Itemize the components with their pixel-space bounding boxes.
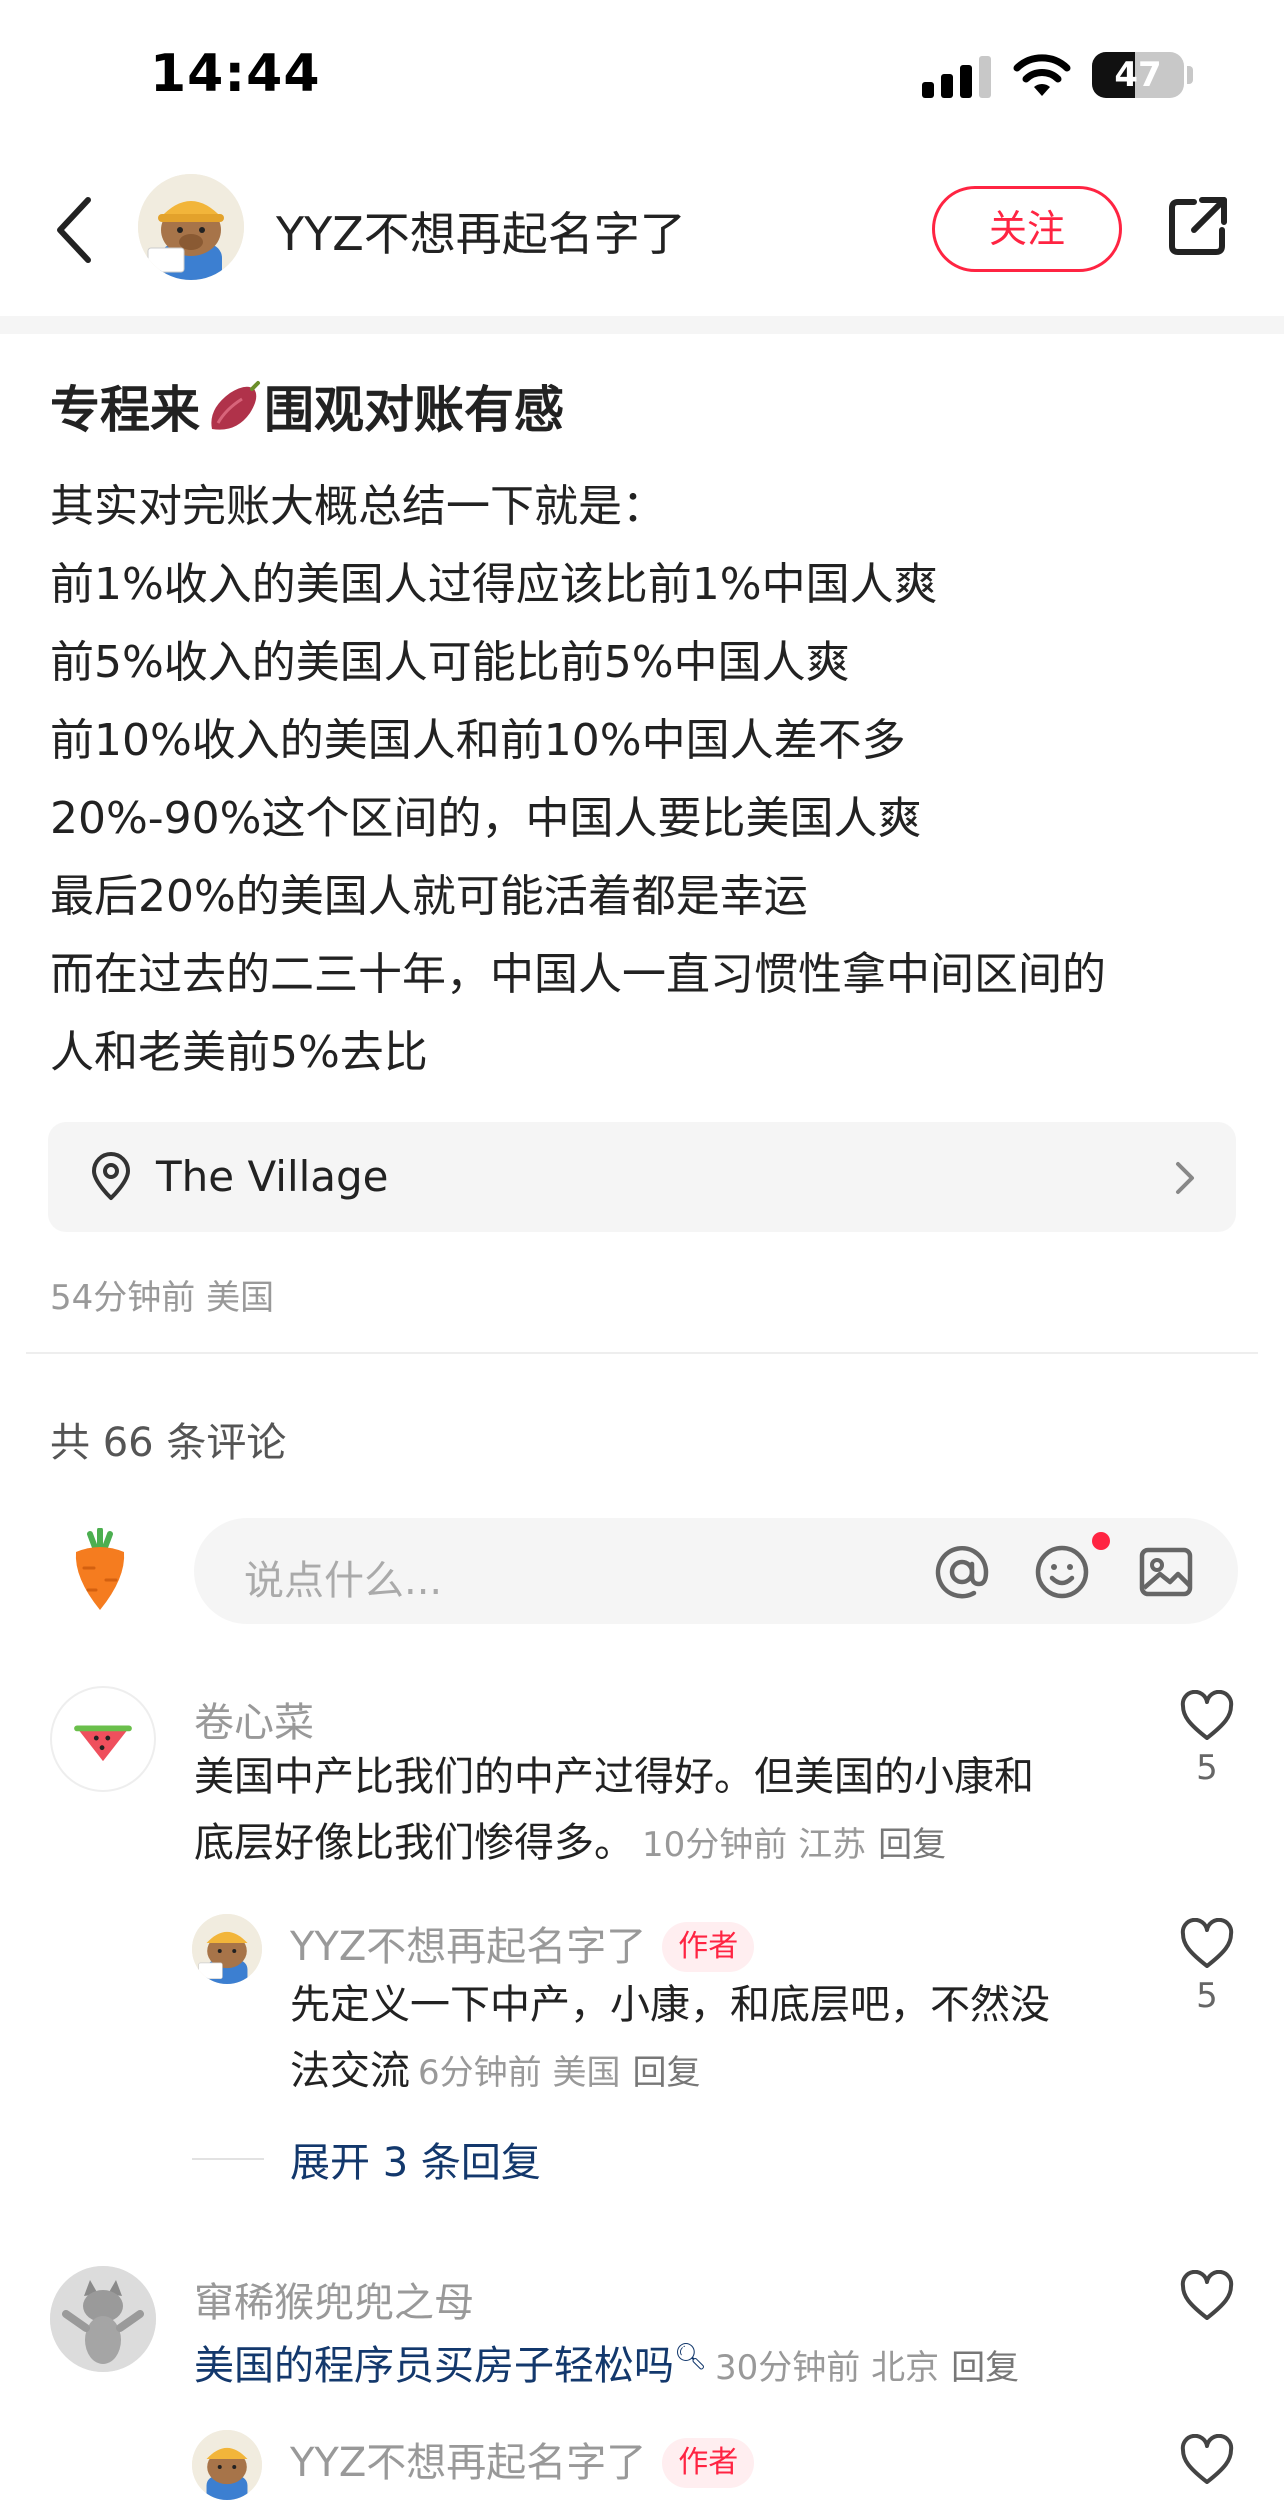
like-button[interactable] <box>1176 2434 1238 2486</box>
comment-text-line: 底层好像比我们惨得多。 <box>194 1820 634 1866</box>
like-button[interactable]: 5 <box>1176 1918 1238 2016</box>
post-title-prefix: 专程来 <box>50 381 200 439</box>
reply-button[interactable]: 回复 <box>632 2053 700 2093</box>
reply-avatar[interactable] <box>192 2430 262 2500</box>
comment-meta: 10分钟前 江苏 <box>642 1825 867 1865</box>
comment-input-placeholder: 说点什么... <box>244 1558 443 1604</box>
expand-replies-button[interactable]: 展开 3 条回复 <box>290 2130 541 2188</box>
post-line: 20%-90%这个区间的，中国人要比美国人爽 <box>50 793 922 844</box>
mention-at-icon[interactable] <box>934 1544 990 1600</box>
cellular-signal-icon <box>922 56 991 98</box>
comment-text-row: 美国的程序员买房子轻松吗🔍︎ 30分钟前 北京 回复 <box>194 2324 1154 2401</box>
image-icon[interactable] <box>1138 1544 1194 1600</box>
heart-icon <box>1180 2434 1234 2484</box>
comment-text: 美国中产比我们的中产过得好。但美国的小康和 底层好像比我们惨得多。 10分钟前 江… <box>194 1744 1094 1878</box>
post-body: 其实对完账大概总结一下就是： 前1%收入的美国人过得应该比前1%中国人爽 前5%… <box>50 468 1250 1092</box>
post-meta: 54分钟前 美国 <box>50 1278 275 1318</box>
reply-author-name[interactable]: YYZ不想再起名字了 <box>290 1924 646 1970</box>
cat-avatar-icon <box>50 2266 156 2372</box>
reply-text-line-2: 法交流 6分钟前 美国 回复 <box>290 2038 1150 2106</box>
status-time: 14:44 <box>150 44 321 104</box>
watermelon-avatar-icon <box>74 1725 132 1762</box>
reply-text-line: 法交流 <box>290 2048 410 2094</box>
like-button[interactable] <box>1176 2270 1238 2322</box>
back-arrow-icon[interactable] <box>50 194 100 266</box>
comment-text-line: 美国中产比我们的中产过得好。但美国的小康和 <box>194 1754 1034 1800</box>
post-line: 前10%收入的美国人和前10%中国人差不多 <box>50 715 906 766</box>
heart-icon <box>1180 1690 1234 1740</box>
reply-button[interactable]: 回复 <box>951 2348 1019 2388</box>
chevron-right-icon <box>1176 1162 1194 1194</box>
author-name[interactable]: YYZ不想再起名字了 <box>276 198 686 264</box>
reply-author-row: YYZ不想再起名字了 作者 <box>290 1914 755 1972</box>
post-line: 其实对完账大概总结一下就是： <box>50 481 666 532</box>
reply-button[interactable]: 回复 <box>878 1825 946 1865</box>
sweet-potato-emoji-icon <box>211 381 260 430</box>
search-keyword-icon[interactable]: 🔍︎ <box>674 2342 707 2372</box>
heart-icon <box>1180 2270 1234 2320</box>
header-divider <box>0 316 1284 334</box>
capybara-avatar-icon <box>192 2430 262 2500</box>
post-line: 最后20%的美国人就可能活着都是幸运 <box>50 871 808 922</box>
capybara-avatar-icon <box>192 1914 262 1984</box>
comment-input[interactable]: 说点什么... <box>194 1518 1238 1624</box>
like-button[interactable]: 5 <box>1176 1690 1238 1788</box>
emoji-icon[interactable] <box>1034 1544 1090 1600</box>
capybara-avatar-icon <box>138 174 244 280</box>
expand-divider <box>192 2158 264 2160</box>
post-header: YYZ不想再起名字了 关注 <box>0 150 1284 315</box>
post-line: 而在过去的二三十年，中国人一直习惯性拿中间区间的 <box>50 949 1106 1000</box>
wifi-icon <box>1013 54 1071 96</box>
reply-author-row: YYZ不想再起名字了 作者 <box>290 2430 755 2488</box>
post-line: 前5%收入的美国人可能比前5%中国人爽 <box>50 637 850 688</box>
location-card[interactable]: The Village <box>48 1122 1236 1232</box>
reply-avatar[interactable] <box>192 1914 262 1984</box>
share-icon[interactable] <box>1166 194 1230 258</box>
follow-button[interactable]: 关注 <box>932 186 1122 272</box>
battery-icon: 47 <box>1092 52 1184 98</box>
carrot-avatar-icon[interactable] <box>68 1528 132 1612</box>
author-tag: 作者 <box>662 2438 755 2488</box>
post-title: 专程来 围观对账有感 <box>50 370 564 442</box>
commenter-avatar[interactable] <box>50 2266 156 2372</box>
author-tag: 作者 <box>662 1922 755 1972</box>
post-title-suffix: 围观对账有感 <box>264 381 564 439</box>
comment-text-line-2: 底层好像比我们惨得多。 10分钟前 江苏 回复 <box>194 1810 1094 1878</box>
reply-author-name[interactable]: YYZ不想再起名字了 <box>290 2440 646 2486</box>
battery-percent: 47 <box>1114 55 1162 95</box>
commenter-avatar[interactable] <box>50 1686 156 1792</box>
notification-dot <box>1092 1532 1110 1550</box>
like-count: 5 <box>1196 1748 1218 1788</box>
divider <box>26 1352 1258 1354</box>
location-name: The Village <box>156 1152 389 1201</box>
post-line: 前1%收入的美国人过得应该比前1%中国人爽 <box>50 559 938 610</box>
comment-count: 共 66 条评论 <box>50 1420 287 1466</box>
post-line: 人和老美前5%去比 <box>50 1027 428 1078</box>
location-pin-icon <box>92 1152 130 1200</box>
commenter-name[interactable]: 窜稀猴兜兜之母 <box>194 2270 474 2328</box>
comment-text[interactable]: 美国的程序员买房子轻松吗 <box>194 2343 674 2389</box>
comment-meta: 30分钟前 北京 <box>715 2348 940 2388</box>
reply-text: 先定义一下中产，小康，和底层吧，不然没 法交流 6分钟前 美国 回复 <box>290 1972 1150 2106</box>
commenter-name[interactable]: 卷心菜 <box>194 1690 314 1748</box>
like-count: 5 <box>1196 1976 1218 2016</box>
reply-text-line: 先定义一下中产，小康，和底层吧，不然没 <box>290 1982 1050 2028</box>
battery-cap <box>1187 66 1193 84</box>
author-avatar[interactable] <box>138 174 244 280</box>
heart-icon <box>1180 1918 1234 1968</box>
status-bar: 14:44 47 <box>0 0 1284 150</box>
reply-meta: 6分钟前 美国 <box>418 2053 621 2093</box>
